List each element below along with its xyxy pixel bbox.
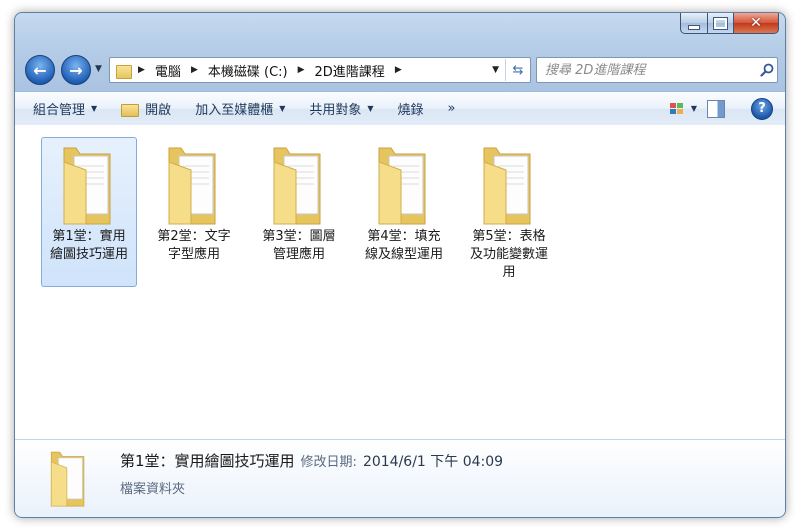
refresh-button[interactable]: ⇆ [505,59,530,81]
folder-icon [63,147,111,225]
modified-label: 修改日期: [300,455,357,470]
refresh-icon: ⇆ [512,62,524,78]
arrow-left-icon: ← [33,60,47,80]
folder-item[interactable]: 第4堂：填充線及線型運用 [356,137,452,287]
folder-label: 第1堂：實用繪圖技巧運用 [49,229,128,262]
details-type: 檔案資料夾 [120,482,186,497]
chevron-right-icon[interactable]: ▶ [138,65,145,75]
details-title: 第1堂：實用繪圖技巧運用 修改日期: 2014/6/1 下午 04:09 [120,452,504,470]
arrow-right-icon: → [69,60,83,80]
folder-label: 第4堂：填充線及線型運用 [364,229,443,262]
open-button[interactable]: 開啟 [109,92,183,125]
chevron-down-icon[interactable]: ▼ [691,104,697,113]
explorer-window: ✕ ← → ▼ ▶ 電腦 ▶ 本機磁碟 (C:) ▶ 2D進階課程 ▶ ▼ ⇆ … [14,12,786,518]
share-with-button[interactable]: 共用對象 ▼ [297,92,385,125]
back-button[interactable]: ← [25,55,55,85]
folder-icon [273,147,321,225]
forward-button[interactable]: → [61,55,91,85]
change-view-icon[interactable] [669,103,683,114]
folder-icon [168,147,216,225]
search-icon[interactable] [757,63,777,77]
close-button[interactable]: ✕ [734,13,779,34]
folder-item[interactable]: 第1堂：實用繪圖技巧運用 [41,137,137,287]
maximize-button[interactable] [708,13,734,34]
breadcrumb-local-disk[interactable]: 本機磁碟 (C:) [208,61,288,80]
folder-item[interactable]: 第2堂：文字字型應用 [146,137,242,287]
command-bar: 組合管理 ▼ 開啟 加入至媒體櫃 ▼ 共用對象 ▼ 燒錄 » ▼ ? [15,91,785,126]
add-to-library-button[interactable]: 加入至媒體櫃 ▼ [183,92,297,125]
folder-label: 第2堂：文字字型應用 [157,229,231,262]
breadcrumb-computer[interactable]: 電腦 [155,61,181,80]
folder-item[interactable]: 第5堂：表格及功能變數運用 [461,137,557,287]
search-input[interactable] [537,61,757,79]
folder-icon [116,63,132,79]
chevron-right-icon[interactable]: ▶ [298,65,305,75]
chevron-down-icon: ▼ [367,104,374,113]
preview-pane-icon[interactable] [707,99,725,118]
close-icon: ✕ [750,15,762,31]
folder-label: 第5堂：表格及功能變數運用 [469,229,548,280]
chevron-down-icon: ▼ [91,104,98,113]
folder-label: 第3堂：圖層管理應用 [262,229,336,262]
help-icon[interactable]: ? [751,97,773,120]
more-commands-button[interactable]: » [436,92,468,125]
chevron-right-icon[interactable]: ▶ [395,65,402,75]
folder-icon [50,451,85,507]
maximize-icon [713,16,728,30]
chevron-right-icon[interactable]: ▶ [191,65,198,75]
search-box[interactable] [536,57,778,83]
organize-button[interactable]: 組合管理 ▼ [15,92,109,125]
folder-icon [378,147,426,225]
recent-pages-dropdown[interactable]: ▼ [95,64,102,74]
folder-item[interactable]: 第3堂：圖層管理應用 [251,137,347,287]
details-pane: 第1堂：實用繪圖技巧運用 修改日期: 2014/6/1 下午 04:09 檔案資料夾 [15,439,785,517]
minimize-button[interactable] [680,13,708,34]
burn-button[interactable]: 燒錄 [386,92,436,125]
navigation-bar: ← → ▼ ▶ 電腦 ▶ 本機磁碟 (C:) ▶ 2D進階課程 ▶ ▼ ⇆ [15,53,785,85]
folder-icon [483,147,531,225]
address-bar[interactable]: ▶ 電腦 ▶ 本機磁碟 (C:) ▶ 2D進階課程 ▶ ▼ ⇆ [109,57,531,83]
modified-value: 2014/6/1 下午 04:09 [362,454,504,470]
caption-buttons: ✕ [680,13,779,34]
address-history-dropdown[interactable]: ▼ [486,65,505,75]
file-list: 第1堂：實用繪圖技巧運用 第2堂：文字字型應用 第3堂：圖層管理應用 第4堂：填… [15,125,785,439]
view-controls: ▼ ? [669,92,785,125]
open-folder-icon [121,102,140,117]
minimize-icon [688,24,700,30]
chevron-down-icon: ▼ [279,104,286,113]
breadcrumb-current-folder[interactable]: 2D進階課程 [315,61,385,80]
